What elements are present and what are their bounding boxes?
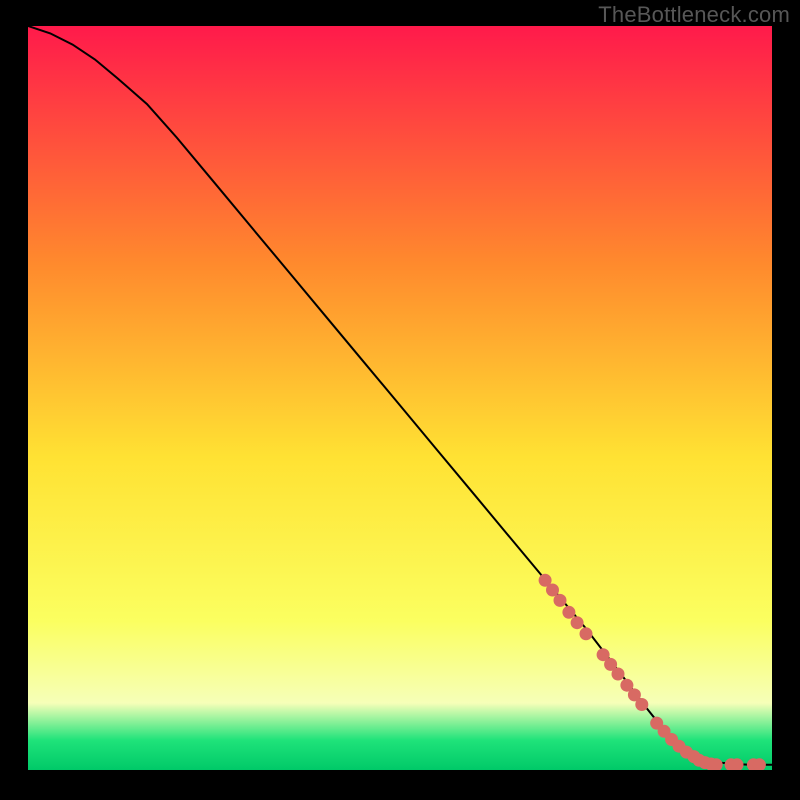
data-dot	[635, 698, 648, 711]
data-dot	[562, 606, 575, 619]
data-dot	[612, 668, 625, 681]
gradient-background	[28, 26, 772, 770]
data-dot	[580, 627, 593, 640]
chart-svg	[28, 26, 772, 770]
chart-frame: TheBottleneck.com	[0, 0, 800, 800]
data-dot	[546, 584, 559, 597]
plot-area	[28, 26, 772, 770]
watermark-text: TheBottleneck.com	[598, 2, 790, 28]
data-dot	[571, 616, 584, 629]
data-dot	[554, 594, 567, 607]
